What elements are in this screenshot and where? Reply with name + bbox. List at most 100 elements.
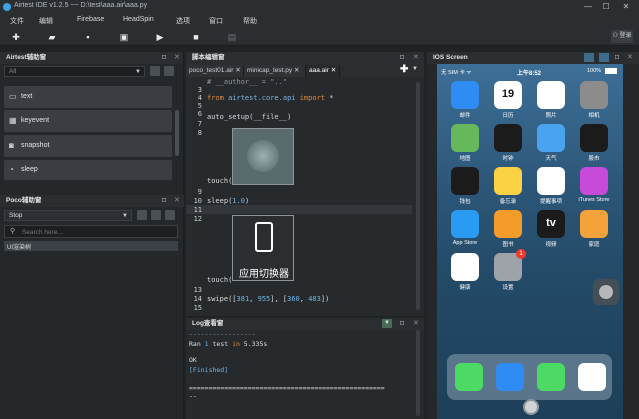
close-button[interactable]: ✕ [620, 1, 632, 12]
ui-tree-item-label: UI渲染树 [7, 245, 32, 251]
snapshot-button[interactable]: ◙ snapshot [4, 135, 172, 157]
add-tab-icon[interactable]: ✚ [400, 64, 408, 75]
menu-file[interactable]: 文件 [10, 16, 24, 26]
menu-options[interactable]: 选项 [176, 16, 190, 26]
stop-icon[interactable]: ■ [190, 31, 202, 43]
refresh-icon[interactable] [151, 210, 161, 220]
close-tab-icon[interactable]: ✕ [235, 67, 240, 74]
ui-tree-item[interactable]: UI渲染树 [4, 241, 178, 251]
close-tab-icon[interactable]: ✕ [294, 67, 299, 74]
home-button[interactable] [523, 399, 539, 415]
editor-panel-title: 脚本编辑窗 [192, 54, 225, 61]
clock-icon: ◔ [9, 165, 14, 174]
float-icon[interactable]: ◘ [400, 318, 404, 330]
line-number: 11 [193, 206, 202, 214]
airtest-filter-select[interactable]: All ▼ [4, 66, 145, 77]
app-icon[interactable]: 19 [494, 81, 522, 109]
maximize-button[interactable]: ☐ [600, 1, 612, 12]
report-icon[interactable]: ▤ [226, 31, 238, 43]
menu-help[interactable]: 帮助 [243, 16, 257, 26]
template-image-2[interactable]: 应用切换器 [232, 215, 294, 281]
app-icon[interactable] [537, 124, 565, 152]
close-panel-icon[interactable]: ✕ [627, 52, 633, 64]
open-folder-icon[interactable]: ▰ [46, 31, 58, 43]
orientation-icon[interactable] [584, 53, 594, 62]
log-scrollbar[interactable] [416, 330, 420, 416]
app-logo-icon [3, 3, 11, 11]
dock-app-icon[interactable] [496, 363, 524, 391]
poco-search-field[interactable]: ⚲ [4, 225, 178, 238]
airtest-scrollbar[interactable] [175, 110, 179, 156]
close-panel-icon[interactable]: ✕ [413, 52, 419, 64]
text-button[interactable]: ▭ text [4, 86, 172, 108]
app-label: 提醒事项 [539, 199, 562, 205]
new-icon[interactable]: ✚ [10, 31, 22, 43]
app-icon[interactable] [537, 167, 565, 195]
tab-aaa[interactable]: aaa.air ✕ [306, 65, 340, 77]
float-icon[interactable]: ◘ [162, 52, 166, 64]
menu-headspin[interactable]: HeadSpin [123, 16, 154, 23]
record-icon[interactable] [165, 210, 175, 220]
app-label: 时钟 [502, 156, 514, 162]
assistive-touch-button[interactable] [593, 279, 619, 305]
run-icon[interactable]: ▶ [154, 31, 166, 43]
save-icon[interactable]: ▪ [82, 31, 94, 43]
filter-icon[interactable]: ▼ [382, 319, 392, 328]
dock-app-icon[interactable] [455, 363, 483, 391]
dock-app-icon[interactable] [537, 363, 565, 391]
device-screen[interactable]: 无 SIM 卡 ᯤ 上午8:52 100% 邮件 19 日历 照片 相机 地图 时钟 天气 股市… [437, 64, 623, 419]
poco-mode-select[interactable]: Stop ▼ [4, 210, 132, 221]
airtest-filter-value: All [9, 68, 17, 75]
tab-minicap-test[interactable]: minicap_test.py ✕ [244, 65, 306, 77]
app-icon[interactable] [494, 167, 522, 195]
editor-scrollbar[interactable] [416, 82, 420, 310]
device-list-icon[interactable] [599, 53, 609, 62]
app-icon[interactable]: 1 [494, 249, 526, 281]
battery-icon [605, 68, 617, 74]
settings-icon[interactable] [164, 66, 174, 76]
float-icon[interactable]: ◘ [400, 52, 404, 64]
app-icon[interactable] [580, 124, 608, 152]
app-label: 家庭 [588, 242, 600, 248]
app-icon[interactable] [451, 210, 479, 238]
app-icon[interactable] [451, 253, 479, 281]
app-icon[interactable] [451, 124, 479, 152]
app-icon[interactable]: tv [537, 210, 565, 238]
tab-label: aaa.air [309, 67, 329, 74]
login-button[interactable]: ⚇ 登录 [611, 30, 633, 43]
app-icon[interactable] [580, 210, 608, 238]
lock-icon[interactable] [137, 210, 147, 220]
menu-firebase[interactable]: Firebase [77, 16, 104, 23]
close-panel-icon[interactable]: ✕ [174, 195, 180, 207]
float-icon[interactable]: ◘ [615, 52, 619, 64]
code-line-14: swipe([381, 955], [360, 483]) [207, 295, 330, 303]
close-tab-icon[interactable]: ✕ [331, 67, 336, 74]
sleep-button[interactable]: ◔ sleep [4, 160, 172, 180]
search-input[interactable] [22, 227, 172, 237]
menu-window[interactable]: 窗口 [209, 16, 223, 26]
app-icon[interactable] [451, 81, 479, 109]
code-area[interactable]: # __author__ = ".." 3 4 from airtest.cor… [186, 78, 412, 316]
record-icon[interactable] [150, 66, 160, 76]
app-label: iTunes Store [578, 197, 610, 203]
close-panel-icon[interactable]: ✕ [174, 52, 180, 64]
app-icon[interactable] [494, 124, 522, 152]
log-divider: ========================================… [189, 384, 385, 392]
menu-edit[interactable]: 编辑 [39, 16, 53, 26]
app-icon[interactable] [451, 167, 479, 195]
save-as-icon[interactable]: ▣ [118, 31, 130, 43]
tab-poco-test01[interactable]: poco_test01.air ✕ [186, 65, 244, 77]
app-icon[interactable] [537, 81, 565, 109]
app-icon[interactable] [494, 210, 522, 238]
keyevent-button[interactable]: ▦ keyevent [4, 110, 172, 132]
app-label: App Store [452, 240, 478, 246]
text-icon: ▭ [9, 92, 17, 101]
template-image-1[interactable] [232, 128, 294, 185]
close-panel-icon[interactable]: ✕ [413, 318, 419, 330]
app-icon[interactable] [580, 167, 608, 195]
tab-menu-icon[interactable]: ▼ [412, 66, 418, 72]
dock-app-icon[interactable] [578, 363, 606, 391]
minimize-button[interactable]: — [582, 1, 594, 12]
app-icon[interactable] [580, 81, 608, 109]
float-icon[interactable]: ◘ [162, 195, 166, 207]
